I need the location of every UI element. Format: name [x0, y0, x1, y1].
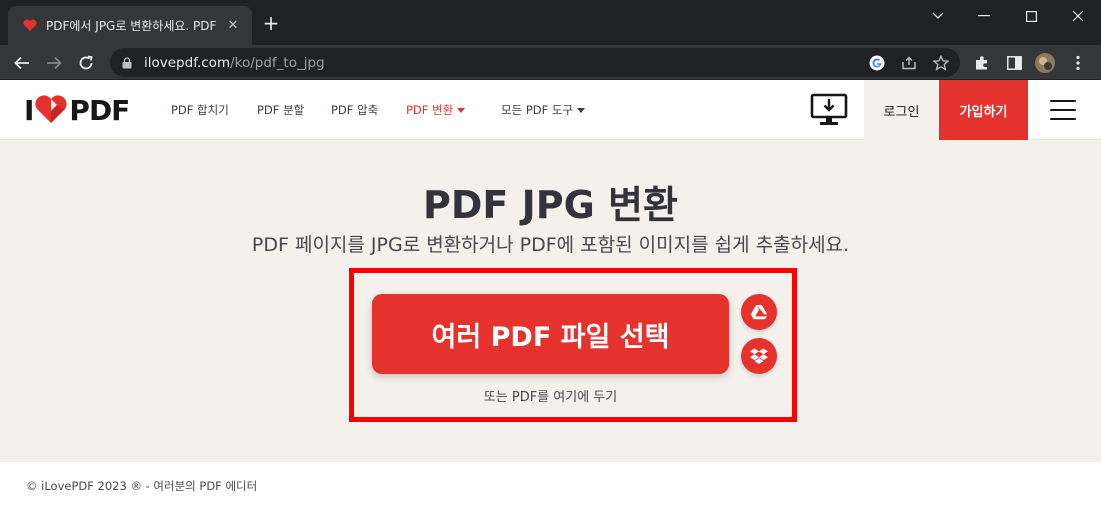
- url-path: /ko/pdf_to_jpg: [230, 54, 325, 71]
- bookmark-star-icon[interactable]: [931, 53, 951, 73]
- site-header: I PDF PDF 합치기 PDF 분할 PDF 압축 PDF 변환 모든 PD…: [0, 80, 1101, 140]
- nav-convert-pdf[interactable]: PDF 변환: [406, 102, 466, 118]
- url-text: ilovepdf.com/ko/pdf_to_jpg: [144, 55, 325, 71]
- profile-avatar[interactable]: [1035, 53, 1055, 73]
- select-pdf-files-button[interactable]: 여러 PDF 파일 선택: [372, 294, 729, 374]
- maximize-icon[interactable]: [1008, 0, 1054, 32]
- nav-label: PDF 분할: [257, 103, 305, 117]
- back-arrow-icon[interactable]: [8, 49, 36, 77]
- minimize-icon[interactable]: [961, 0, 1007, 32]
- chevron-down-icon[interactable]: [915, 0, 961, 32]
- address-toolbar: ilovepdf.com/ko/pdf_to_jpg: [0, 45, 1101, 80]
- ilovepdf-logo[interactable]: I PDF: [24, 93, 130, 127]
- hamburger-menu-icon[interactable]: [1050, 100, 1076, 120]
- caret-down-icon: [577, 107, 586, 113]
- google-drive-icon[interactable]: [741, 294, 777, 330]
- page-subtitle: PDF 페이지를 JPG로 변환하거나 PDF에 포함된 이미지를 쉽게 추출하…: [251, 234, 850, 256]
- drop-files-hint: 또는 PDF를 여기에 두기: [483, 390, 618, 405]
- nav-label: PDF 변환: [406, 103, 454, 117]
- forward-arrow-icon[interactable]: [40, 49, 68, 77]
- share-icon[interactable]: [899, 53, 919, 73]
- login-button[interactable]: 로그인: [864, 80, 939, 140]
- nav-label: PDF 합치기: [171, 103, 229, 117]
- google-icon[interactable]: [867, 53, 887, 73]
- desktop-download-icon[interactable]: [810, 93, 848, 127]
- browser-tab[interactable]: PDF에서 JPG로 변환하세요. PDF ✕: [8, 6, 252, 45]
- close-icon[interactable]: ✕: [224, 18, 242, 33]
- url-bar[interactable]: ilovepdf.com/ko/pdf_to_jpg: [110, 48, 960, 77]
- heart-favicon-icon: [22, 18, 38, 34]
- nav-merge-pdf[interactable]: PDF 합치기: [171, 102, 229, 118]
- kebab-menu-icon[interactable]: [1068, 53, 1088, 73]
- caret-down-icon: [457, 107, 466, 113]
- heart-icon: [34, 95, 68, 125]
- page-title: PDF JPG 변환: [423, 183, 678, 227]
- nav-label: PDF 압축: [331, 103, 379, 117]
- window-close-icon[interactable]: [1055, 0, 1101, 32]
- extensions-puzzle-icon[interactable]: [972, 53, 992, 73]
- signup-button[interactable]: 가입하기: [939, 80, 1028, 140]
- footer-copyright: © iLovePDF 2023 ® - 여러분의 PDF 에디터: [26, 479, 258, 493]
- url-host: ilovepdf.com: [144, 54, 231, 71]
- logo-text-left: I: [24, 93, 34, 127]
- side-panel-icon[interactable]: [1004, 53, 1024, 73]
- nav-compress-pdf[interactable]: PDF 압축: [331, 102, 378, 118]
- nav-all-tools[interactable]: 모든 PDF 도구: [501, 102, 586, 118]
- nav-label: 모든 PDF 도구: [501, 103, 574, 117]
- nav-split-pdf[interactable]: PDF 분할: [257, 102, 304, 118]
- logo-text-right: PDF: [69, 93, 130, 127]
- browser-tab-bar: PDF에서 JPG로 변환하세요. PDF ✕ +: [0, 0, 1101, 45]
- tab-title: PDF에서 JPG로 변환하세요. PDF: [46, 19, 217, 33]
- lock-icon: [120, 56, 134, 70]
- new-tab-button[interactable]: +: [260, 12, 282, 34]
- dropbox-icon[interactable]: [741, 338, 777, 374]
- reload-icon[interactable]: [72, 49, 100, 77]
- main-content: PDF JPG 변환 PDF 페이지를 JPG로 변환하거나 PDF에 포함된 …: [0, 140, 1101, 462]
- site-footer: © iLovePDF 2023 ® - 여러분의 PDF 에디터: [0, 462, 1101, 508]
